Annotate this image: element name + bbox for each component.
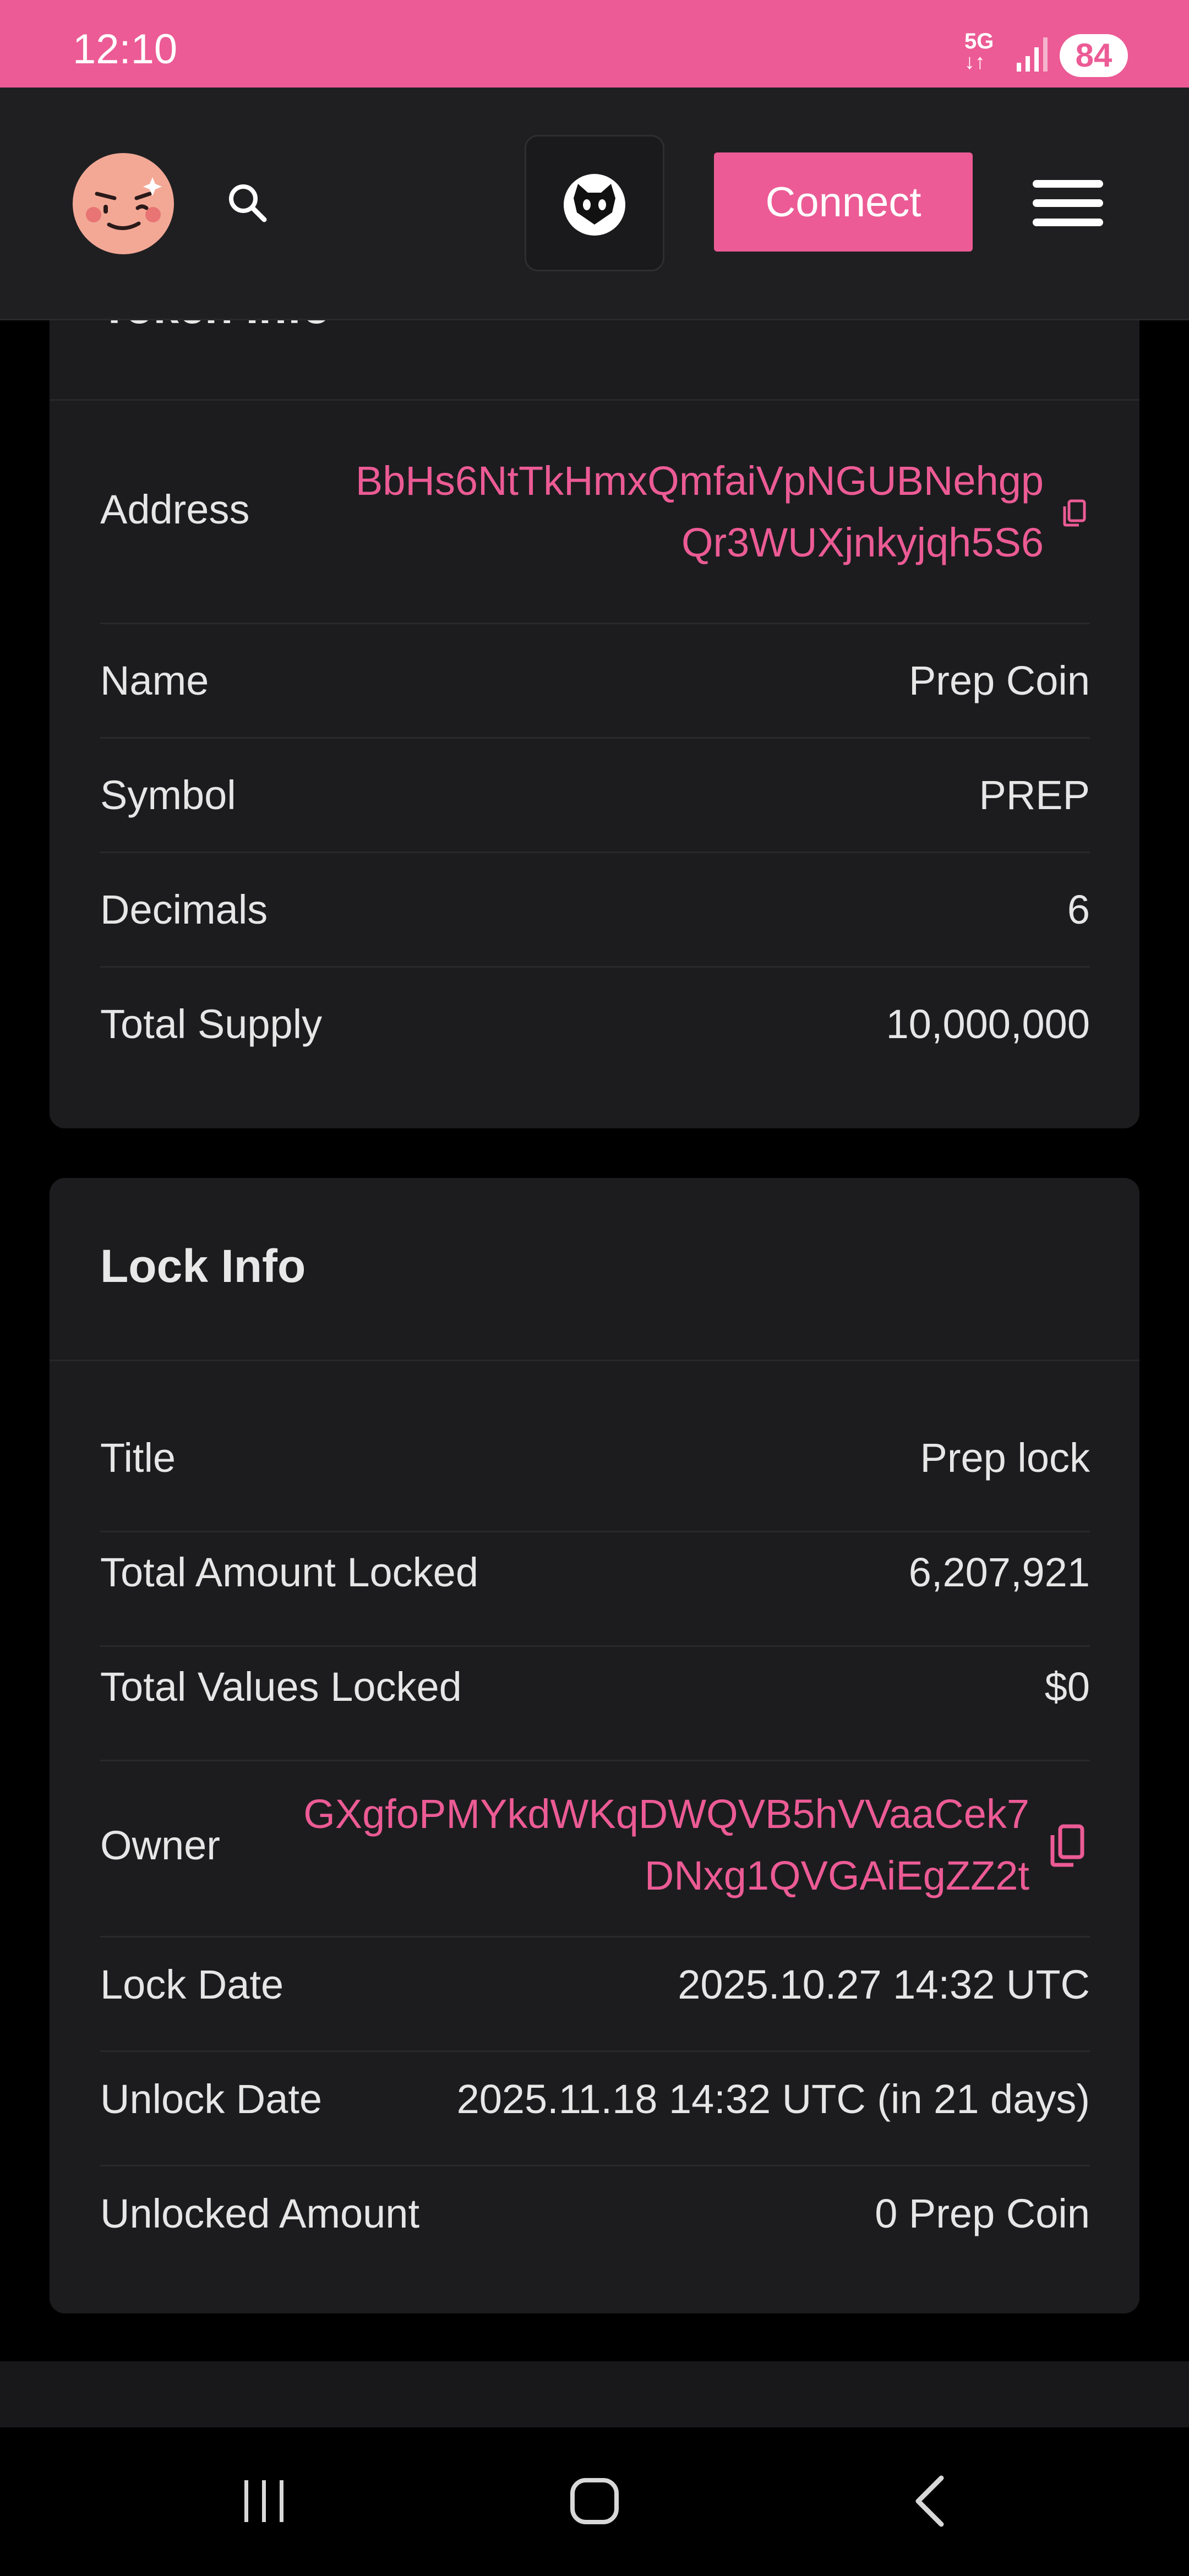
network-5g-icon: 5G ↓↑ bbox=[964, 29, 994, 74]
token-decimals-row: Decimals 6 bbox=[100, 853, 1090, 968]
copy-icon[interactable] bbox=[1048, 1823, 1086, 1868]
signal-strength-icon bbox=[1017, 37, 1048, 72]
total-supply-label: Total Supply bbox=[100, 1001, 323, 1047]
name-label: Name bbox=[100, 658, 209, 703]
back-icon[interactable] bbox=[903, 2474, 958, 2529]
system-navigation-bar bbox=[0, 2427, 1189, 2576]
lock-info-header: Lock Info bbox=[50, 1178, 1139, 1361]
unlocked-amount-label: Unlocked Amount bbox=[100, 2191, 420, 2236]
lock-date-row: Lock Date 2025.10.27 14:32 UTC bbox=[100, 1938, 1090, 2052]
token-address-link[interactable]: BbHs6NtTkHmxQmfaiVpNGUBNehgp Qr3WUXjnkyj… bbox=[356, 450, 1044, 574]
owner-label: Owner bbox=[100, 1822, 220, 1868]
connect-wallet-button[interactable]: Connect bbox=[714, 152, 973, 252]
total-values-locked-label: Total Values Locked bbox=[100, 1664, 462, 1710]
symbol-value: PREP bbox=[979, 772, 1090, 818]
lock-date-label: Lock Date bbox=[100, 1962, 284, 2007]
unlock-date-row: Unlock Date 2025.11.18 14:32 UTC (in 21 … bbox=[100, 2052, 1090, 2166]
lock-title-value: Prep lock bbox=[920, 1435, 1090, 1481]
lock-title-label: Title bbox=[100, 1435, 176, 1481]
token-supply-row: Total Supply 10,000,000 bbox=[100, 968, 1090, 1080]
owner-address-link[interactable]: GXgfoPMYkdWKqDWQVB5hVVaaCek7 DNxg1QVGAiE… bbox=[303, 1783, 1029, 1907]
unlocked-amount-row: Unlocked Amount 0 Prep Coin bbox=[100, 2166, 1090, 2279]
lock-info-card: Lock Info Title Prep lock Total Amount L… bbox=[50, 1178, 1139, 2313]
decimals-value: 6 bbox=[1067, 887, 1090, 932]
lock-info-title: Lock Info bbox=[100, 1240, 306, 1292]
token-address-row: Address BbHs6NtTkHmxQmfaiVpNGUBNehgp Qr3… bbox=[100, 401, 1090, 624]
total-supply-value: 10,000,000 bbox=[886, 1001, 1090, 1047]
token-info-card: Token Info Address BbHs6NtTkHmxQmfaiVpNG… bbox=[50, 259, 1139, 1128]
total-amount-locked-label: Total Amount Locked bbox=[100, 1549, 478, 1595]
status-time: 12:10 bbox=[73, 26, 178, 73]
name-value: Prep Coin bbox=[908, 658, 1090, 703]
lock-date-value: 2025.10.27 14:32 UTC bbox=[678, 1962, 1090, 2007]
symbol-label: Symbol bbox=[100, 772, 236, 818]
total-values-locked-value: $0 bbox=[1044, 1664, 1090, 1710]
total-amount-locked-row: Total Amount Locked 6,207,921 bbox=[100, 1532, 1090, 1647]
unlocked-amount-value: 0 Prep Coin bbox=[875, 2191, 1090, 2236]
recent-apps-icon[interactable] bbox=[237, 2474, 292, 2529]
total-amount-locked-value: 6,207,921 bbox=[908, 1549, 1090, 1595]
battery-indicator: 84 bbox=[1060, 34, 1128, 77]
address-label: Address bbox=[100, 487, 250, 532]
copy-icon[interactable] bbox=[1061, 499, 1087, 527]
total-values-locked-row: Total Values Locked $0 bbox=[100, 1647, 1090, 1761]
token-symbol-row: Symbol PREP bbox=[100, 739, 1090, 853]
winking-face-avatar-icon[interactable] bbox=[73, 153, 174, 254]
cat-logo-icon bbox=[564, 174, 625, 236]
search-icon[interactable] bbox=[220, 176, 275, 231]
status-bar: 12:10 5G ↓↑ 84 bbox=[0, 0, 1189, 88]
home-logo-button[interactable] bbox=[525, 135, 664, 271]
hamburger-menu-icon[interactable] bbox=[1029, 176, 1106, 231]
next-section-edge bbox=[0, 2361, 1189, 2427]
owner-row: Owner GXgfoPMYkdWKqDWQVB5hVVaaCek7 DNxg1… bbox=[100, 1761, 1090, 1938]
decimals-label: Decimals bbox=[100, 887, 268, 932]
unlock-date-value: 2025.11.18 14:32 UTC (in 21 days) bbox=[456, 2076, 1090, 2122]
lock-title-row: Title Prep lock bbox=[100, 1418, 1090, 1532]
token-name-row: Name Prep Coin bbox=[100, 624, 1090, 739]
home-icon[interactable] bbox=[567, 2474, 622, 2529]
app-header: Connect bbox=[0, 88, 1189, 320]
unlock-date-label: Unlock Date bbox=[100, 2076, 323, 2122]
